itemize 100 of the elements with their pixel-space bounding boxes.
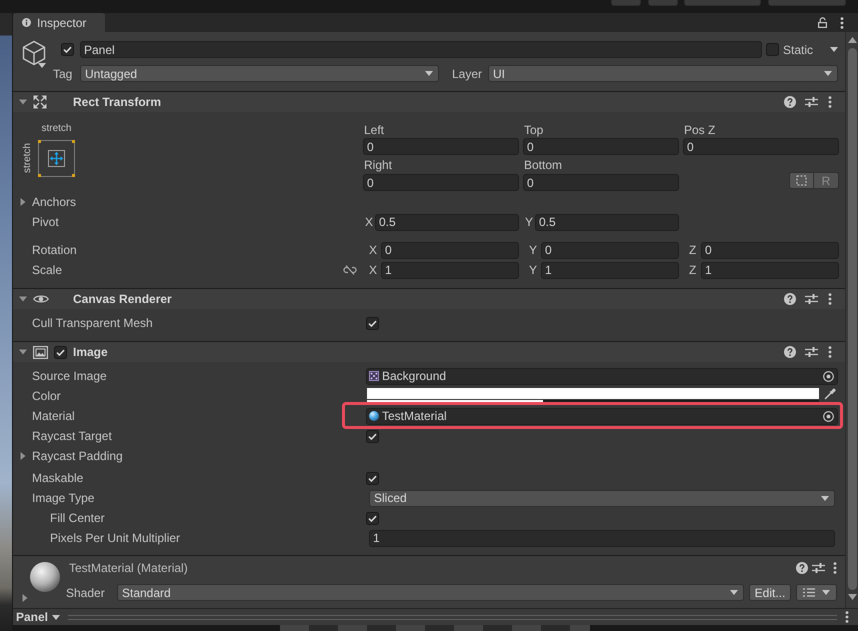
number-field[interactable]: 1 (381, 262, 519, 278)
field-label: Image Type (32, 491, 94, 505)
list-menu-button[interactable] (796, 584, 837, 601)
shader-dropdown[interactable]: Standard (117, 584, 744, 601)
help-icon[interactable] (784, 346, 796, 358)
sphere-preview (30, 562, 60, 592)
field-label: Pixels Per Unit Multiplier (50, 531, 180, 545)
component-title: Canvas Renderer (73, 292, 172, 306)
dashed-square-icon (796, 175, 807, 186)
eyedropper-icon[interactable] (824, 388, 836, 400)
scroll-up-arrow-icon[interactable] (848, 37, 856, 43)
checkbox[interactable] (54, 346, 67, 358)
target-circle-icon[interactable] (823, 410, 834, 422)
eye-icon (33, 294, 49, 304)
caret-icon (821, 496, 829, 500)
info-icon (22, 18, 31, 27)
scrollbar-thumb[interactable] (848, 48, 856, 590)
field-label: Material (32, 409, 75, 423)
blueprint-mode-button[interactable] (789, 172, 814, 189)
component-title: Image (73, 345, 108, 359)
field-label: Raycast Target (32, 429, 112, 443)
cube-icon[interactable] (22, 40, 46, 66)
fold-arrow-icon[interactable] (19, 348, 27, 356)
color-field[interactable] (367, 388, 819, 399)
axis-label: X (364, 215, 374, 229)
number-field[interactable]: 0.5 (375, 214, 519, 230)
field-label: Bottom (523, 158, 564, 172)
number-field[interactable]: 0 (541, 242, 679, 258)
axis-label: X (368, 263, 378, 277)
name-field[interactable]: Panel (80, 41, 762, 58)
fold-arrow-icon[interactable] (19, 98, 27, 106)
tag-dropdown[interactable]: Untagged (80, 65, 439, 82)
field-label: Pos Z (683, 122, 716, 136)
more-menu-icon[interactable] (845, 611, 849, 623)
checkbox[interactable] (366, 316, 379, 330)
field-label: Color (32, 389, 61, 403)
component-title: Rect Transform (73, 95, 162, 109)
field-label: Anchors (32, 195, 76, 209)
more-menu-icon[interactable] (833, 562, 837, 574)
sliders-icon[interactable] (805, 96, 818, 108)
anchor-preset-button[interactable] (38, 140, 75, 177)
shader-label: Shader (66, 586, 106, 600)
number-field[interactable]: 1 (541, 262, 679, 278)
more-menu-icon[interactable] (840, 16, 844, 28)
sliders-icon[interactable] (805, 346, 818, 358)
fold-arrow-icon[interactable] (19, 198, 27, 206)
scroll-down-arrow-icon[interactable] (848, 594, 856, 600)
edit-button[interactable]: Edit... (749, 584, 791, 601)
broken-link-icon[interactable] (343, 265, 357, 275)
number-field[interactable]: 1 (369, 530, 835, 546)
layer-dropdown[interactable]: UI (488, 65, 838, 82)
fold-arrow-icon[interactable] (19, 295, 27, 303)
field-label: Cull Transparent Mesh (32, 316, 153, 330)
checkbox[interactable] (366, 430, 379, 442)
preview-object-dropdown[interactable]: Panel (16, 610, 60, 624)
target-circle-icon[interactable] (823, 370, 834, 382)
resize-handle[interactable] (68, 614, 837, 620)
dropdown[interactable]: Sliced (369, 490, 835, 506)
field-label: Scale (32, 263, 62, 277)
axis-label: X (368, 243, 378, 257)
number-field[interactable]: 0 (701, 242, 839, 258)
number-field[interactable]: 0 (683, 138, 839, 155)
more-menu-icon[interactable] (828, 96, 832, 108)
checkbox[interactable] (366, 512, 379, 524)
sliders-icon[interactable] (805, 293, 818, 305)
object-field[interactable]: TestMaterial (366, 408, 838, 424)
inspector-tab[interactable]: Inspector (13, 13, 105, 32)
object-field[interactable]: Background (366, 368, 838, 384)
number-field[interactable]: 0.5 (535, 214, 679, 230)
fold-arrow-icon[interactable] (19, 452, 27, 460)
layer-label: Layer (452, 66, 484, 80)
more-menu-icon[interactable] (828, 346, 832, 358)
caret-icon (730, 590, 738, 595)
number-field[interactable]: 0 (381, 242, 519, 258)
checkbox[interactable] (61, 43, 74, 56)
caret-icon (824, 71, 832, 76)
sphere-icon (369, 411, 379, 421)
axis-label: Y (524, 215, 534, 229)
axis-label: Z (688, 243, 698, 257)
axis-label: Z (688, 263, 698, 277)
more-menu-icon[interactable] (828, 293, 832, 305)
help-icon[interactable] (796, 562, 808, 574)
caret-icon (52, 614, 60, 620)
sliders-icon[interactable] (812, 562, 825, 574)
caret-icon[interactable] (830, 47, 838, 52)
checkbox[interactable] (766, 43, 779, 56)
help-icon[interactable] (784, 96, 796, 108)
fold-arrow-icon[interactable] (21, 594, 29, 602)
number-field[interactable]: 0 (363, 174, 519, 191)
lock-icon[interactable] (818, 17, 827, 28)
number-field[interactable]: 0 (363, 138, 519, 155)
number-field[interactable]: 1 (701, 262, 839, 278)
field-label: Top (523, 122, 544, 136)
number-field[interactable]: 0 (523, 174, 679, 191)
field-label: Rotation (32, 243, 77, 257)
field-label: Raycast Padding (32, 449, 123, 463)
checkbox[interactable] (366, 472, 379, 484)
help-icon[interactable] (784, 293, 796, 305)
caret-icon[interactable] (38, 63, 46, 68)
number-field[interactable]: 0 (523, 138, 679, 155)
